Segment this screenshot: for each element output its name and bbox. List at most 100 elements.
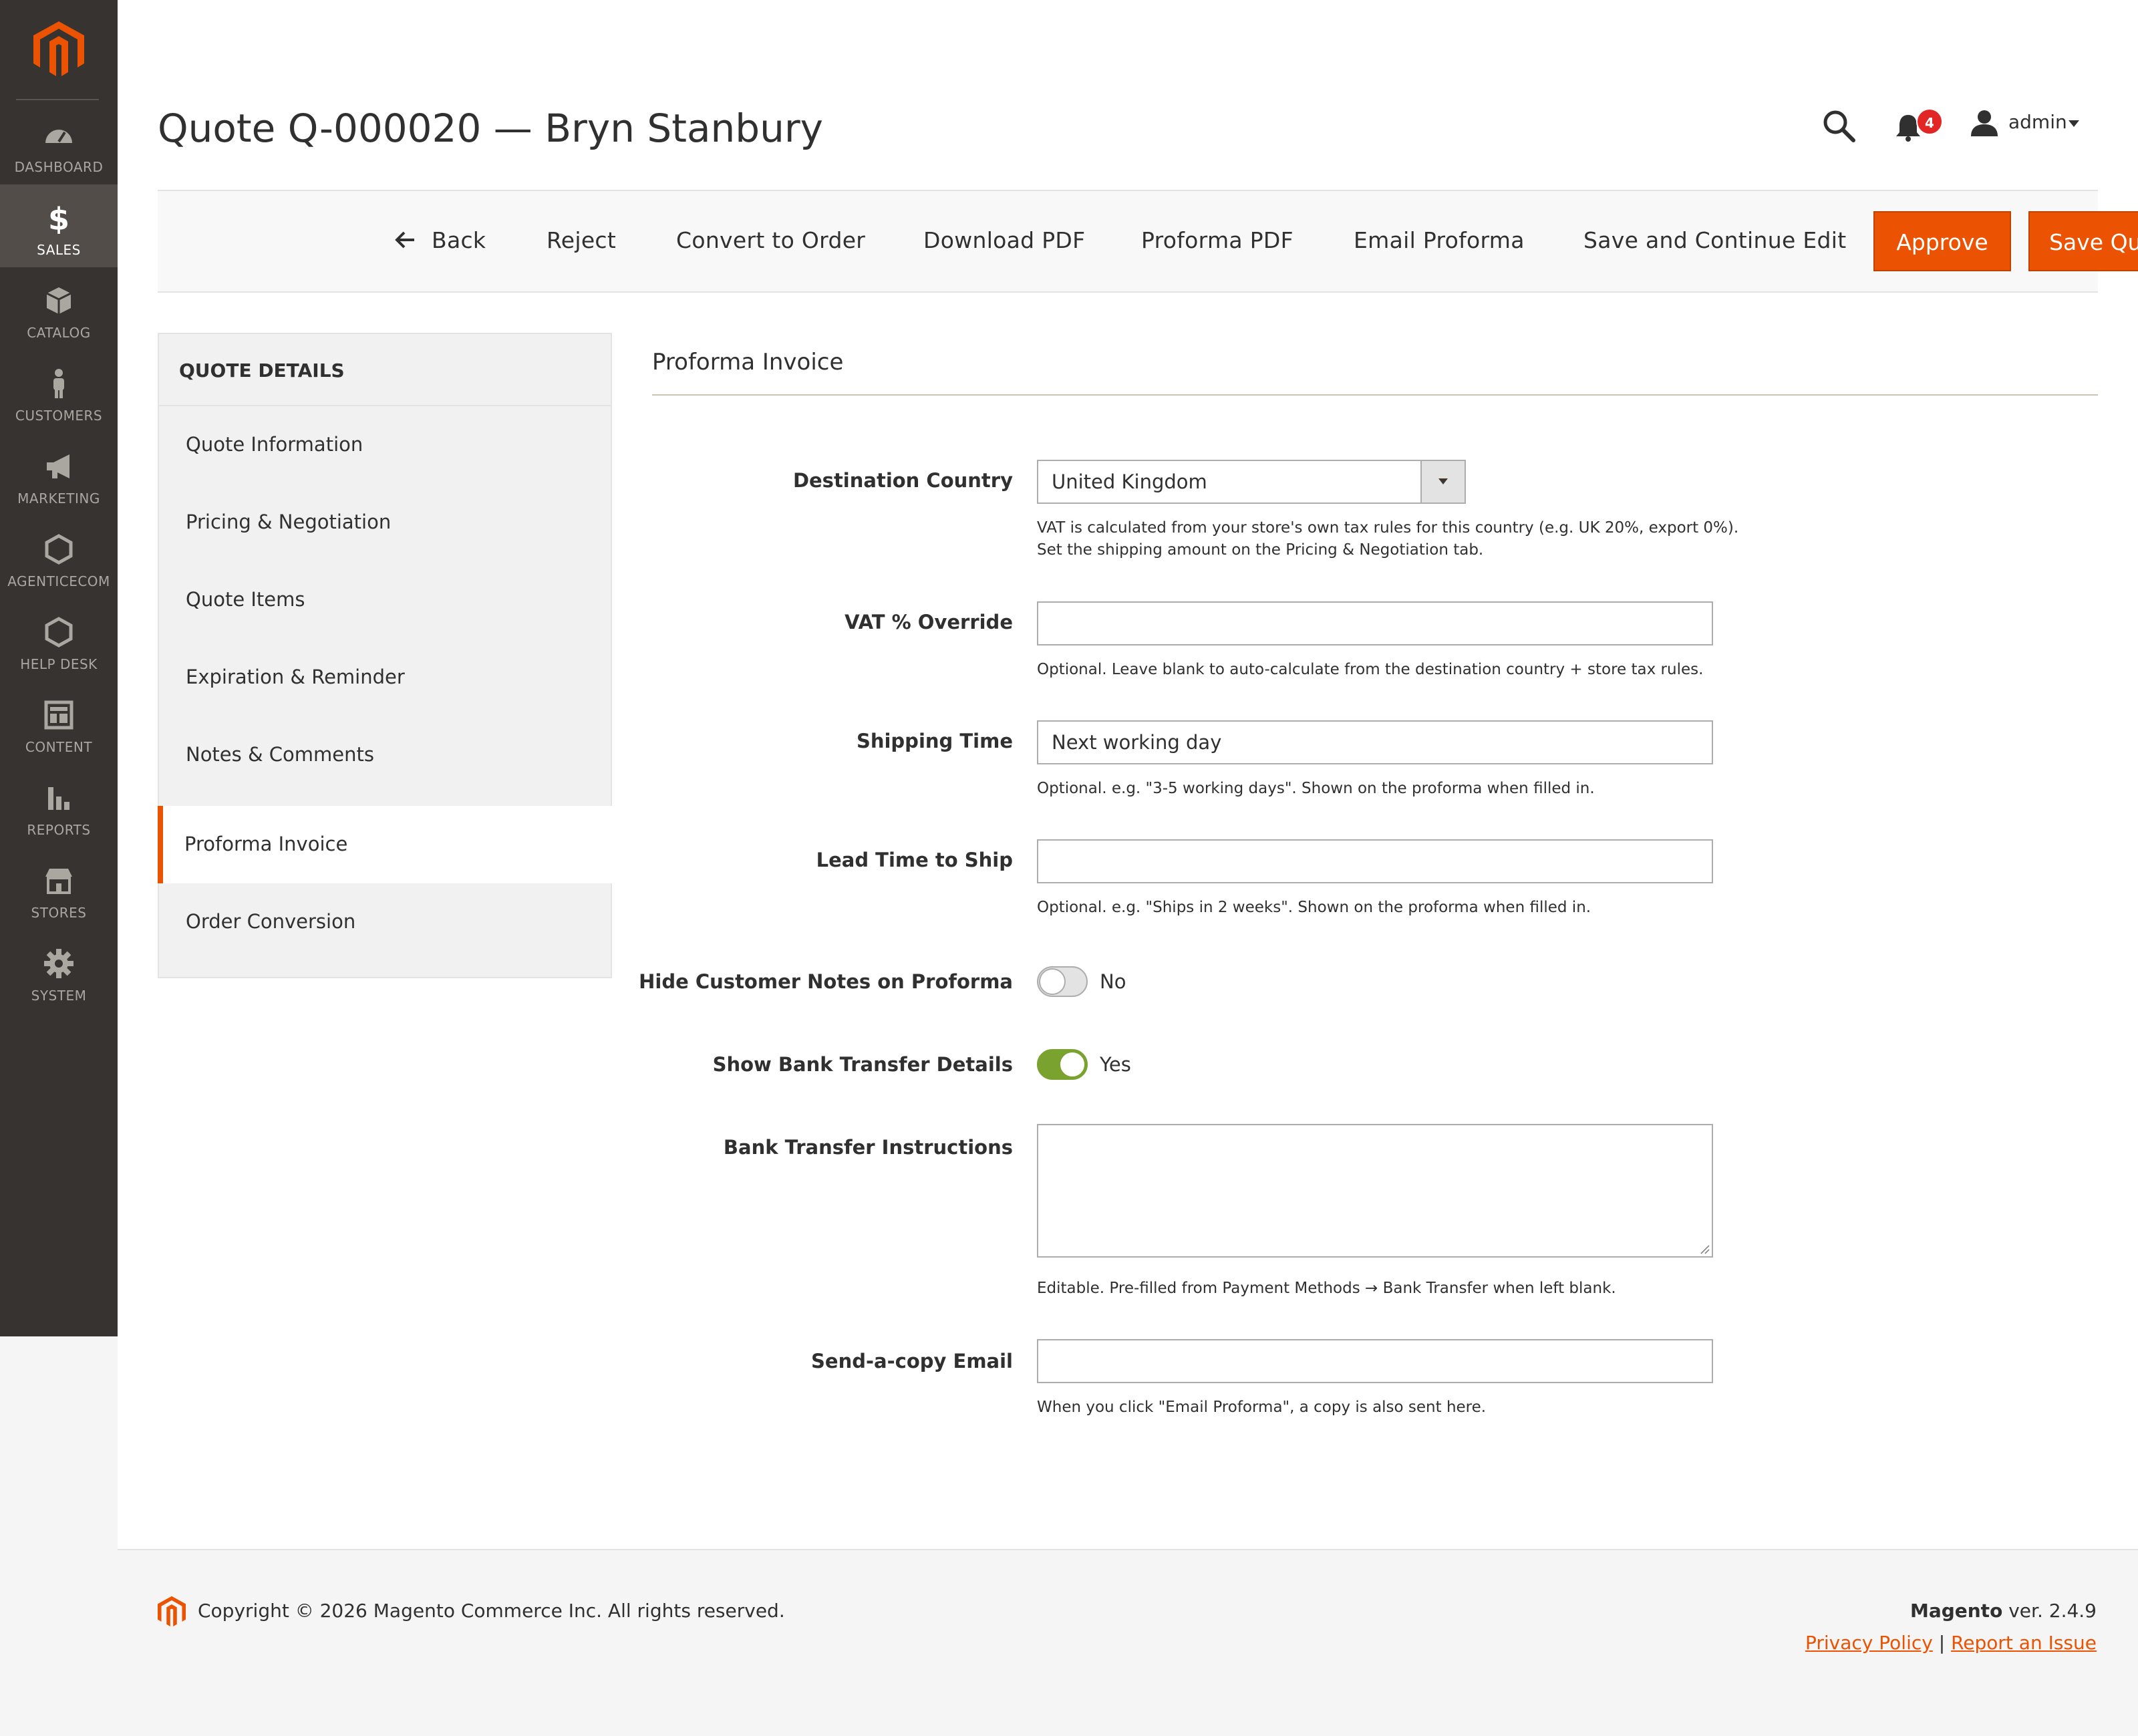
tab-quote-information[interactable]: Quote Information (159, 406, 611, 484)
show-bank-transfer-toggle[interactable] (1037, 1049, 1088, 1080)
hide-customer-notes-label: Hide Customer Notes on Proforma (639, 970, 1013, 993)
link-separator: | (1932, 1632, 1952, 1654)
shipping-time-note: Optional. e.g. "3-5 working days". Shown… (1037, 780, 1595, 797)
select-toggle[interactable] (1420, 461, 1465, 502)
sidebar-item-label: SYSTEM (31, 988, 87, 1004)
save-quote-button[interactable]: Save Quote (2028, 211, 2138, 271)
destination-country-value: United Kingdom (1052, 470, 1207, 493)
tab-order-conversion[interactable]: Order Conversion (159, 883, 611, 961)
sidebar-item-catalog[interactable]: CATALOG (0, 267, 118, 350)
tab-label: Quote Information (186, 433, 363, 456)
version-brand: Magento (1910, 1600, 2003, 1622)
caret-down-icon (1438, 478, 1448, 484)
sidebar-logo-separator (16, 99, 99, 100)
convert-to-order-button[interactable]: Convert to Order (676, 227, 865, 253)
tab-label: Order Conversion (186, 910, 356, 933)
vat-override-label: VAT % Override (845, 611, 1013, 633)
sidebar-item-help-desk[interactable]: HELP DESK (0, 599, 118, 682)
download-pdf-button[interactable]: Download PDF (923, 227, 1085, 253)
magento-logo-icon[interactable] (33, 21, 84, 78)
tabs-title: QUOTE DETAILS (179, 359, 345, 382)
hexagon-icon (45, 534, 73, 565)
show-bank-transfer-label: Show Bank Transfer Details (712, 1053, 1013, 1076)
search-icon[interactable] (1821, 108, 1856, 143)
bank-instructions-label: Bank Transfer Instructions (723, 1136, 1013, 1159)
back-button[interactable]: Back (432, 227, 486, 253)
destination-country-select[interactable]: United Kingdom (1037, 460, 1466, 504)
approve-button[interactable]: Approve (1873, 211, 2011, 271)
version-number: ver. 2.4.9 (2002, 1600, 2097, 1622)
destination-country-label: Destination Country (792, 469, 1013, 492)
tab-proforma-invoice[interactable]: Proforma Invoice (158, 806, 612, 883)
admin-user-menu[interactable]: admin (2008, 111, 2067, 133)
proforma-pdf-button[interactable]: Proforma PDF (1141, 227, 1293, 253)
lead-time-label: Lead Time to Ship (816, 849, 1013, 871)
gear-icon (44, 949, 73, 978)
svg-text:$: $ (48, 202, 69, 234)
sidebar-item-marketing[interactable]: MARKETING (0, 433, 118, 516)
notification-count-badge[interactable]: 4 (1916, 108, 1943, 135)
shipping-time-input[interactable]: Next working day (1037, 720, 1713, 764)
privacy-policy-link[interactable]: Privacy Policy (1805, 1632, 1933, 1654)
vat-override-input[interactable] (1037, 601, 1713, 645)
reject-button[interactable]: Reject (547, 227, 616, 253)
admin-sidebar: DASHBOARD $ SALES CATALOG CUSTOMERS MARK… (0, 0, 118, 1336)
sidebar-item-agenticecom[interactable]: AGENTICECOM (0, 516, 118, 599)
lead-time-note: Optional. e.g. "Ships in 2 weeks". Shown… (1037, 899, 1591, 916)
storefront-icon (45, 869, 72, 894)
sidebar-item-stores[interactable]: STORES (0, 847, 118, 930)
user-icon[interactable] (1970, 110, 1999, 136)
sidebar-item-label: SALES (37, 242, 81, 258)
main-content: Quote Q-000020 — Bryn Stanbury 4 admin B… (118, 0, 2138, 1549)
tab-label: Pricing & Negotiation (186, 511, 392, 533)
sidebar-item-label: CONTENT (25, 739, 93, 755)
tab-pricing-negotiation[interactable]: Pricing & Negotiation (159, 484, 611, 561)
tab-label: Notes & Comments (186, 743, 374, 766)
sidebar-item-system[interactable]: SYSTEM (0, 930, 118, 1013)
sidebar-item-dashboard[interactable]: DASHBOARD (0, 102, 118, 184)
lead-time-input[interactable] (1037, 839, 1713, 883)
toggle-knob (1059, 1051, 1086, 1078)
magento-logo-icon (158, 1596, 186, 1627)
copy-email-label: Send-a-copy Email (811, 1350, 1013, 1372)
tab-notes-comments[interactable]: Notes & Comments (159, 716, 611, 794)
sidebar-item-label: AGENTICECOM (7, 573, 110, 589)
hide-customer-notes-state: No (1100, 970, 1126, 993)
bank-instructions-note: Editable. Pre-filled from Payment Method… (1037, 1280, 1616, 1297)
sidebar-item-label: CUSTOMERS (15, 408, 103, 424)
sidebar-item-content[interactable]: CONTENT (0, 682, 118, 764)
save-and-continue-edit-button[interactable]: Save and Continue Edit (1583, 227, 1846, 253)
arrow-left-icon[interactable] (394, 230, 417, 250)
sidebar-item-label: DASHBOARD (14, 159, 104, 175)
tab-expiration-reminder[interactable]: Expiration & Reminder (159, 639, 611, 716)
hexagon-icon (45, 617, 73, 647)
email-proforma-button[interactable]: Email Proforma (1354, 227, 1525, 253)
version-text: Magento ver. 2.4.9 (1910, 1600, 2097, 1622)
person-icon (53, 369, 64, 398)
show-bank-transfer-state: Yes (1100, 1053, 1131, 1076)
sidebar-item-customers[interactable]: CUSTOMERS (0, 350, 118, 433)
copy-email-input[interactable] (1037, 1339, 1713, 1383)
note-line: VAT is calculated from your store's own … (1037, 519, 1739, 537)
shipping-time-label: Shipping Time (856, 730, 1013, 752)
toggle-knob (1039, 968, 1066, 995)
hide-customer-notes-toggle[interactable] (1037, 966, 1088, 997)
report-issue-link[interactable]: Report an Issue (1951, 1632, 2097, 1654)
tab-label: Expiration & Reminder (186, 666, 405, 688)
section-separator (652, 394, 2098, 396)
copyright-text: Copyright © 2026 Magento Commerce Inc. A… (198, 1600, 785, 1622)
megaphone-icon (47, 454, 69, 478)
footer-links: Privacy Policy | Report an Issue (1805, 1632, 2097, 1654)
sidebar-item-label: STORES (31, 905, 87, 921)
bank-instructions-textarea[interactable] (1037, 1124, 1713, 1258)
chevron-down-icon[interactable] (2069, 120, 2079, 127)
resize-grip-icon[interactable] (1700, 1244, 1710, 1255)
sidebar-item-sales[interactable]: $ SALES (0, 184, 118, 267)
sidebar-item-label: REPORTS (27, 822, 91, 838)
note-line: Set the shipping amount on the Pricing &… (1037, 541, 1484, 559)
sidebar-item-reports[interactable]: REPORTS (0, 764, 118, 847)
copy-email-note: When you click "Email Proforma", a copy … (1037, 1399, 1487, 1416)
tab-quote-items[interactable]: Quote Items (159, 561, 611, 639)
sidebar-item-label: MARKETING (17, 490, 100, 507)
dashboard-icon (45, 130, 72, 143)
